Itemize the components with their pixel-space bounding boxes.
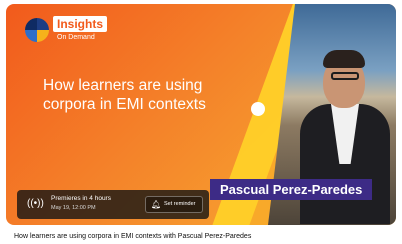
- set-reminder-button[interactable]: 🔔︎ Set reminder: [145, 196, 203, 213]
- speaker-glasses: [331, 72, 359, 80]
- premiere-banner: ((•)) Premieres in 4 hours May 19, 12:00…: [17, 190, 209, 219]
- brand-name: Insights: [53, 16, 108, 32]
- headline-line-2: corpora in EMI contexts: [43, 96, 206, 113]
- brand-subtitle: On Demand: [57, 34, 95, 41]
- speaker-name-tag: Pascual Perez-Paredes: [210, 179, 373, 200]
- speaker-hair: [323, 50, 365, 68]
- thumbnail-headline: How learners are using corpora in EMI co…: [43, 76, 243, 114]
- set-reminder-label: Set reminder: [164, 201, 196, 207]
- bell-icon: 🔔︎: [151, 200, 162, 209]
- premiere-date: May 19, 12:00 PM: [51, 205, 96, 211]
- broadcast-icon: ((•)): [27, 198, 44, 209]
- video-title-link[interactable]: How learners are using corpora in EMI co…: [14, 232, 251, 241]
- decorative-dot: [251, 102, 265, 116]
- insights-logo-icon: [25, 18, 49, 42]
- premiere-title: Premieres in 4 hours: [51, 195, 111, 202]
- headline-line-1: How learners are using: [43, 77, 203, 94]
